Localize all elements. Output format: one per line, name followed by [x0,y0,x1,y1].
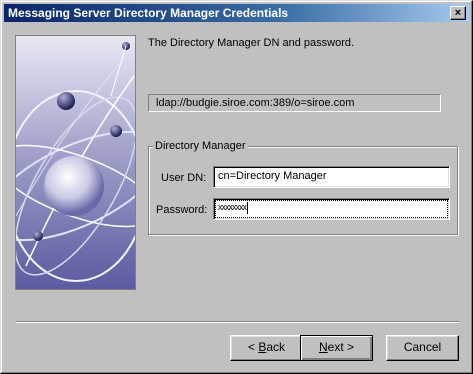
password-field[interactable]: xxxxxxxx [213,198,450,220]
back-button[interactable]: < Back [230,335,303,361]
directory-manager-group [148,146,458,235]
next-suffix: > [343,340,355,354]
password-label: Password: [156,204,208,216]
back-prefix: < [247,340,259,354]
close-button[interactable]: × [450,6,466,20]
next-button[interactable]: Next > [300,335,373,361]
dialog-window: Messaging Server Directory Manager Crede… [0,0,473,374]
wizard-side-image [15,35,136,290]
next-hotkey: N [318,340,328,354]
back-rest: ack [266,340,286,354]
intro-text: The Directory Manager DN and password. [148,37,355,49]
globe-sculpture-icon [16,36,135,289]
password-mask: xxxxxxxx [218,202,247,212]
next-rest: ext [327,340,344,354]
text-caret [247,202,248,214]
close-icon: × [454,7,462,19]
button-separator [16,321,459,323]
group-label: Directory Manager [153,140,249,152]
title-bar[interactable]: Messaging Server Directory Manager Crede… [4,4,469,22]
window-title: Messaging Server Directory Manager Crede… [8,6,289,20]
server-url-display: ldap://budgie.siroe.com:389/o=siroe.com [148,94,441,112]
cancel-button[interactable]: Cancel [386,335,459,361]
user-dn-field[interactable]: cn=Directory Manager [213,166,450,188]
user-dn-label: User DN: [161,172,207,184]
